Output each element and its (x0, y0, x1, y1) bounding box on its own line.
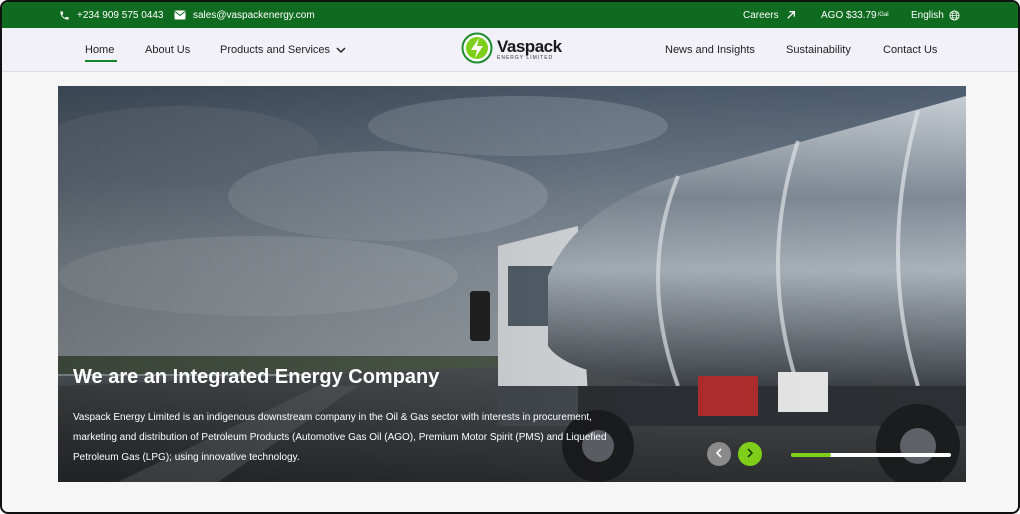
chevron-down-icon (336, 46, 346, 54)
ago-price-value: AGO $33.79 (821, 9, 877, 21)
nav-about[interactable]: About Us (145, 28, 190, 72)
nav-products[interactable]: Products and Services (220, 28, 346, 72)
nav-news[interactable]: News and Insights (665, 28, 755, 72)
logo-text: Vaspack ENERGY LIMITED (497, 37, 562, 61)
slider-progress-bar (791, 453, 951, 457)
language-label: English (911, 9, 944, 21)
slider-progress-fill (791, 453, 831, 457)
phone-number: +234 909 575 0443 (77, 9, 164, 21)
careers-link[interactable]: Careers (743, 2, 796, 28)
top-contact-bar: +234 909 575 0443 sales@vaspackenergy.co… (2, 2, 1018, 28)
chevron-right-icon (746, 445, 754, 463)
logo-subtitle: ENERGY LIMITED (497, 55, 554, 61)
nav-home[interactable]: Home (85, 28, 114, 72)
nav-sustainability[interactable]: Sustainability (786, 28, 851, 72)
language-selector[interactable]: English (911, 2, 960, 28)
slider-next-button[interactable] (738, 442, 762, 466)
nav-contact[interactable]: Contact Us (883, 28, 937, 72)
ago-price: AGO $33.79 /Gal (821, 2, 889, 28)
main-navigation: Home About Us Products and Services Vasp… (2, 28, 1018, 72)
company-logo[interactable]: Vaspack ENERGY LIMITED (461, 32, 562, 69)
browser-viewport: +234 909 575 0443 sales@vaspackenergy.co… (0, 0, 1020, 514)
chevron-left-icon (715, 445, 723, 463)
logo-brand: Vaspack (497, 37, 562, 56)
ago-price-unit: /Gal (877, 12, 889, 18)
arrow-up-right-icon (786, 10, 796, 20)
mail-icon (174, 10, 186, 20)
hero-title: We are an Integrated Energy Company (73, 366, 440, 388)
bolt-logo-icon (461, 32, 493, 69)
hero-description: Vaspack Energy Limited is an indigenous … (73, 412, 607, 463)
careers-label: Careers (743, 9, 779, 21)
nav-products-label: Products and Services (220, 44, 331, 56)
nav-active-indicator (85, 60, 117, 62)
phone-contact[interactable]: +234 909 575 0443 (59, 2, 163, 28)
slider-prev-button[interactable] (707, 442, 731, 466)
globe-icon (949, 9, 960, 21)
email-contact[interactable]: sales@vaspackenergy.com (174, 2, 315, 28)
phone-icon (59, 10, 70, 21)
hero-slider: We are an Integrated Energy Company Vasp… (58, 86, 966, 482)
email-address: sales@vaspackenergy.com (193, 9, 315, 21)
